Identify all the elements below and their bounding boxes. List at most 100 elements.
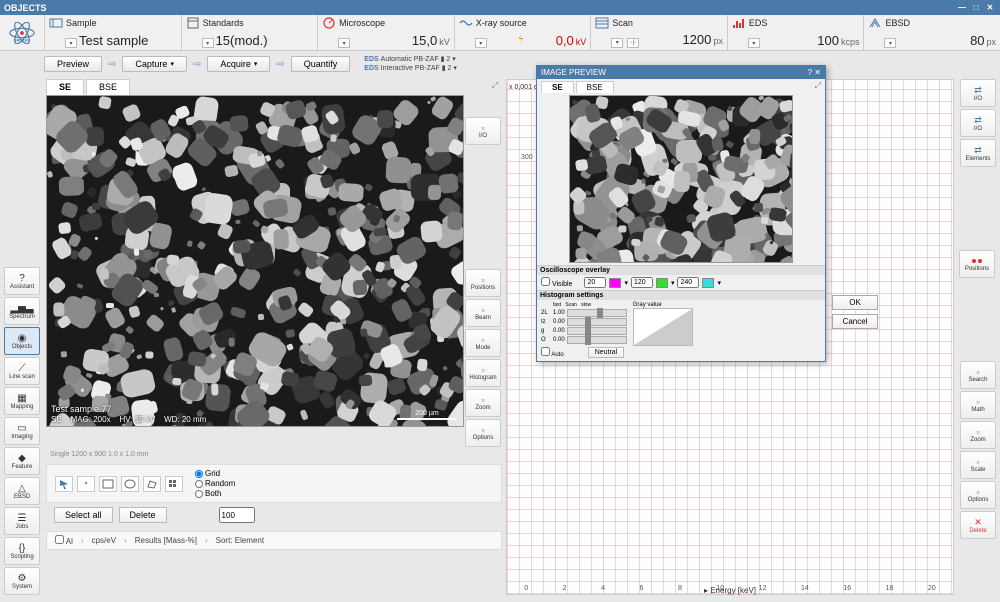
nav-spectrum[interactable]: ▂▅▃Spectrum	[4, 297, 40, 325]
chevron-down-icon[interactable]: ▾	[202, 38, 214, 48]
preview-tab-bse[interactable]: BSE	[576, 81, 614, 93]
nav-jobs[interactable]: ☰Jobs	[4, 507, 40, 535]
tab-bse[interactable]: BSE	[86, 79, 130, 95]
neutral-button[interactable]: Neutral	[588, 347, 625, 358]
rect-tool-icon[interactable]	[99, 476, 117, 492]
tab-se[interactable]: SE	[46, 79, 84, 95]
header-xray[interactable]: X-ray source ▾0,0kV	[454, 15, 591, 50]
osc-val-1[interactable]	[584, 277, 606, 288]
grid-tool-icon[interactable]	[165, 476, 183, 492]
radio-grid[interactable]: Grid	[195, 469, 235, 478]
ok-button[interactable]: OK	[832, 295, 878, 310]
rnav-options[interactable]: ▫Options	[960, 481, 996, 509]
rnav-io[interactable]: ⇄I/O	[960, 79, 996, 107]
expand-icon[interactable]: ⤢	[815, 81, 821, 93]
chevron-down-icon[interactable]: ▾	[338, 38, 350, 48]
ellipse-tool-icon[interactable]	[121, 476, 139, 492]
chevron-down-icon[interactable]: ▾	[748, 38, 760, 48]
close-icon[interactable]: ✕	[984, 3, 996, 13]
nav-objects[interactable]: ◉Objects	[4, 327, 40, 355]
nav-ebsd[interactable]: △EBSD	[4, 477, 40, 505]
expand-icon[interactable]: ⤢	[488, 79, 502, 95]
slider[interactable]	[567, 318, 627, 326]
preview-button[interactable]: Preview	[44, 56, 102, 72]
help-icon[interactable]: ?	[808, 68, 812, 77]
rnav-math[interactable]: ▫Math	[960, 391, 996, 419]
nav-feature[interactable]: ◆Feature	[4, 447, 40, 475]
rnav-search[interactable]: ▫Search	[960, 361, 996, 389]
color-cyan[interactable]	[702, 278, 714, 288]
window-title: OBJECTS	[4, 3, 47, 13]
polygon-tool-icon[interactable]	[143, 476, 161, 492]
image-status: Single 1200 x 900 1.0 x 1.0 mm	[46, 449, 502, 460]
imgtool-beam[interactable]: ▫Beam	[465, 299, 501, 327]
imgtool-zoom2[interactable]: ▫Zoom	[465, 389, 501, 417]
header-eds[interactable]: EDS ▾100kcps	[727, 15, 864, 50]
toolbar: Preview ⇨ Capture▾ ⇨ Acquire▾ ⇨ Quantify…	[0, 51, 1000, 77]
osc-val-3[interactable]	[677, 277, 699, 288]
pointer-tool-icon[interactable]	[55, 476, 73, 492]
close-icon[interactable]: ✕	[814, 68, 821, 77]
preview-tab-se[interactable]: SE	[541, 81, 574, 93]
image-preview-window: IMAGE PREVIEW ? ✕ SE BSE ⤢ Oscilloscope …	[536, 65, 826, 362]
imgtool-options2[interactable]: ▫Options	[465, 419, 501, 447]
image-tool-column: ▫I/O ▫Positions▫Beam▫Mode▫Histogram▫Zoom▫…	[464, 95, 502, 449]
slider[interactable]	[567, 336, 627, 344]
header-ebsd[interactable]: EBSD ▾80px	[863, 15, 1000, 50]
radio-random[interactable]: Random	[195, 479, 235, 488]
point-tool-icon[interactable]: ◦	[77, 476, 95, 492]
sem-image[interactable]: Test sample 77 SE MAG: 200x HV: 15 kV WD…	[46, 95, 464, 427]
chevron-down-icon[interactable]: ▾	[475, 38, 487, 48]
header-sample[interactable]: Sample ▾Test sample	[44, 15, 181, 50]
header-standards[interactable]: Standards ▾15(mod.)	[181, 15, 318, 50]
header-microscope[interactable]: Microscope ▾15,0kV	[317, 15, 454, 50]
quantify-button[interactable]: Quantify	[291, 56, 351, 72]
element-checkbox[interactable]: Al	[55, 535, 73, 546]
chevron-down-icon[interactable]: ▾	[65, 38, 77, 48]
positions-button[interactable]: Positions	[959, 250, 995, 278]
visible-checkbox[interactable]: Visible	[541, 277, 572, 288]
preview-image[interactable]	[569, 95, 793, 263]
rnav-zoom[interactable]: ▫Zoom	[960, 421, 996, 449]
nav-imaging[interactable]: ▭Imaging	[4, 417, 40, 445]
rnav-io2[interactable]: ⇄I/O	[960, 109, 996, 137]
radio-both[interactable]: Both	[195, 489, 235, 498]
chevron-down-icon[interactable]: ▾	[884, 38, 896, 48]
imgtool-io3[interactable]: ▫I/O	[465, 117, 501, 145]
left-panel: SE BSE ⤢ Test sample 77 SE MAG: 200x HV:…	[46, 79, 502, 595]
delete-button[interactable]: Delete	[119, 507, 167, 523]
imgtool-histogram[interactable]: ▫Histogram	[465, 359, 501, 387]
capture-button[interactable]: Capture▾	[122, 56, 187, 72]
osc-val-2[interactable]	[631, 277, 653, 288]
spectrum-panel: x 0,001 c 300 02468101214161820 ▸ Energy…	[506, 79, 954, 595]
nav-system[interactable]: ⚙System	[4, 567, 40, 595]
acquire-button[interactable]: Acquire▾	[207, 56, 270, 72]
filter-row: Al ›cps/eV ›Results [Mass-%] ›Sort: Elem…	[46, 531, 502, 550]
minimize-icon[interactable]: —	[956, 3, 968, 13]
right-nav: ⇄I/O⇄I/O⇄Elements▫Search▫Math▫Zoom▫Scale…	[956, 77, 1000, 597]
rnav-delete[interactable]: ✕Delete	[960, 511, 996, 539]
slider[interactable]	[567, 309, 627, 317]
nav-scripting[interactable]: {}Scripting	[4, 537, 40, 565]
auto-checkbox[interactable]: Auto	[541, 347, 564, 358]
chevron-down-icon[interactable]: ▾	[611, 38, 623, 48]
header-scan[interactable]: Scan ▾◦|◦1200px	[590, 15, 727, 50]
rnav-scale[interactable]: ▫Scale	[960, 451, 996, 479]
color-magenta[interactable]	[609, 278, 621, 288]
nav-mapping[interactable]: ▦Mapping	[4, 387, 40, 415]
count-input[interactable]	[219, 507, 255, 523]
nav-linescan[interactable]: ⟋Line scan	[4, 357, 40, 385]
preview-titlebar[interactable]: IMAGE PREVIEW ? ✕	[537, 66, 825, 79]
select-all-button[interactable]: Select all	[54, 507, 113, 523]
imgtool-positions[interactable]: ▫Positions	[465, 269, 501, 297]
arrow-icon: ⇨	[193, 59, 201, 70]
cancel-button[interactable]: Cancel	[832, 314, 878, 329]
color-green[interactable]	[656, 278, 668, 288]
histogram-sliders: fastScanslow 2L1.00 Iz0.00 g0.00 O0.00 A…	[541, 302, 627, 359]
rnav-elements[interactable]: ⇄Elements	[960, 139, 996, 167]
imgtool-mode[interactable]: ▫Mode	[465, 329, 501, 357]
slider[interactable]	[567, 327, 627, 335]
nav-assistant[interactable]: ?Assistant	[4, 267, 40, 295]
maximize-icon[interactable]: □	[970, 3, 982, 13]
eds-method-info: EDS Automatic PB-ZAF ▮ 2 ▾ EDS Interacti…	[364, 55, 457, 73]
